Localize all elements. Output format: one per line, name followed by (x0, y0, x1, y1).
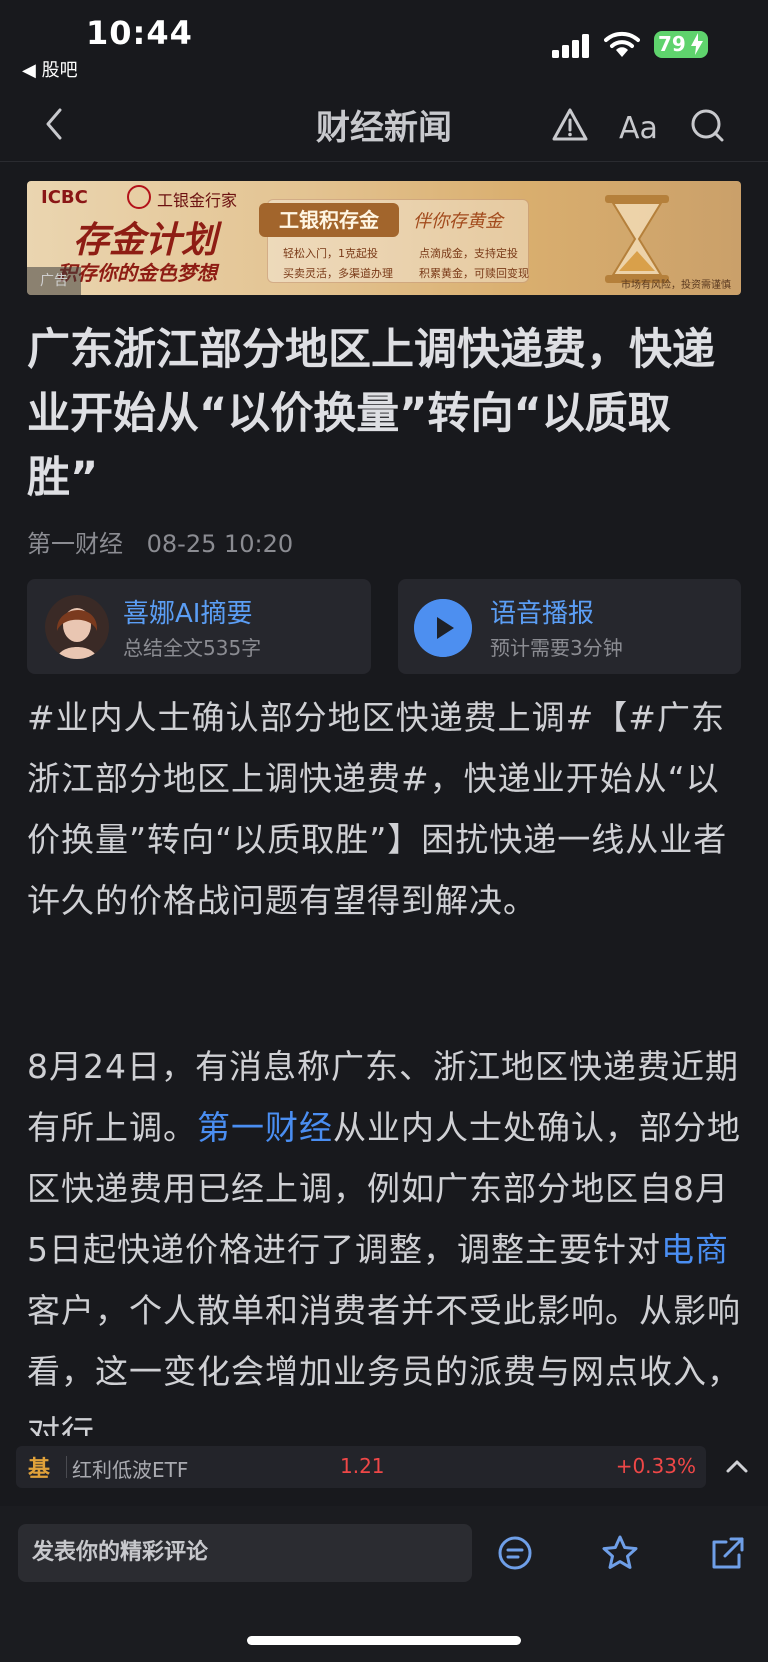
article-meta: 第一财经 08-25 10:20 (27, 524, 309, 559)
ad-bank-name: ICBC (41, 187, 88, 208)
article-paragraph-1: #业内人士确认部分地区快递费上调#【#广东浙江部分地区上调快递费#，快递业开始从… (27, 698, 728, 920)
fund-badge: 基 (28, 1457, 51, 1482)
ecommerce-link[interactable]: 电商 (661, 1230, 729, 1269)
cellular-signal-icon (552, 34, 589, 58)
ad-feature: 积累黄金，可赎回变现 (419, 267, 529, 280)
fund-ticker[interactable]: 基 红利低波ETF 1.21 +0.33% (16, 1446, 706, 1488)
share-icon[interactable] (709, 1534, 747, 1572)
charging-bolt-icon (691, 33, 703, 55)
ad-feature: 轻松入门，1克起投 (283, 247, 378, 260)
back-to-app-link[interactable]: ◀ 股吧 (22, 56, 78, 82)
source-link[interactable]: 第一财经 (197, 1108, 333, 1147)
audio-sub: 预计需要3分钟 (490, 636, 623, 660)
fund-name: 红利低波ETF (72, 1458, 189, 1482)
article-datetime: 08-25 10:20 (146, 530, 294, 558)
home-indicator[interactable] (247, 1636, 521, 1645)
ai-summary-card[interactable]: 喜娜AI摘要 总结全文535字 (27, 579, 371, 674)
audio-play-card[interactable]: 语音播报 预计需要3分钟 (398, 579, 741, 674)
fund-change: +0.33% (615, 1454, 696, 1478)
ad-product-name: 工银积存金 (259, 203, 399, 237)
ad-disclaimer: 市场有风险，投资需谨慎 (621, 280, 731, 291)
divider (66, 1456, 67, 1478)
ai-summary-title: 喜娜AI摘要 (123, 599, 253, 629)
gold-hourglass-icon (605, 195, 669, 283)
ad-banner[interactable]: ICBC 工银金行家 存金计划 积存你的金色梦想 工银积存金 伴你存黄金 轻松入… (27, 181, 741, 295)
battery-level: 79 (658, 32, 686, 56)
para-text: 客户，个人散单和消费者并不受此影响。从影响看，这一变化会增加业务员的派费与网点收… (27, 1291, 741, 1436)
play-icon[interactable] (414, 599, 472, 657)
svg-text:Aa: Aa (619, 111, 658, 144)
bottom-bar: 发表你的精彩评论 (0, 1506, 768, 1662)
audio-title: 语音播报 (490, 599, 595, 629)
font-size-icon[interactable]: Aa (617, 106, 661, 144)
article-headline: 广东浙江部分地区上调快递费，快递业开始从“以价换量”转向“以质取胜” (27, 325, 715, 503)
ad-slogan: 积存你的金色梦想 (57, 261, 217, 285)
ad-label: 广告 (27, 267, 81, 295)
comment-input[interactable]: 发表你的精彩评论 (18, 1524, 472, 1582)
icbc-logo (127, 185, 151, 209)
ai-summary-sub: 总结全文535字 (123, 636, 262, 660)
ad-script-text: 伴你存黄金 (413, 211, 503, 232)
status-bar: 10:44 ◀ 股吧 79 (0, 0, 768, 82)
wifi-icon (604, 31, 640, 57)
article-source[interactable]: 第一财经 (27, 530, 123, 558)
nav-bar: 财经新闻 Aa (0, 86, 768, 162)
ad-feature: 点滴成金，支持定投 (419, 247, 518, 260)
search-icon[interactable] (688, 106, 726, 144)
ai-avatar (45, 595, 109, 659)
favorite-star-icon[interactable] (601, 1534, 639, 1572)
status-time: 10:44 (86, 14, 193, 52)
ad-bank-sub: 工银金行家 (157, 191, 238, 210)
report-warning-icon[interactable] (551, 106, 589, 144)
comments-icon[interactable] (496, 1534, 534, 1572)
ad-feature: 买卖灵活，多渠道办理 (283, 267, 393, 280)
ad-headline: 存金计划 (73, 220, 218, 261)
chevron-up-icon[interactable] (722, 1452, 752, 1482)
article-paragraph-2: 8月24日，有消息称广东、浙江地区快递费近期有所上调。第一财经从业内人士处确认，… (27, 1036, 743, 1436)
fund-price: 1.21 (340, 1454, 385, 1478)
battery-indicator: 79 (654, 31, 708, 58)
